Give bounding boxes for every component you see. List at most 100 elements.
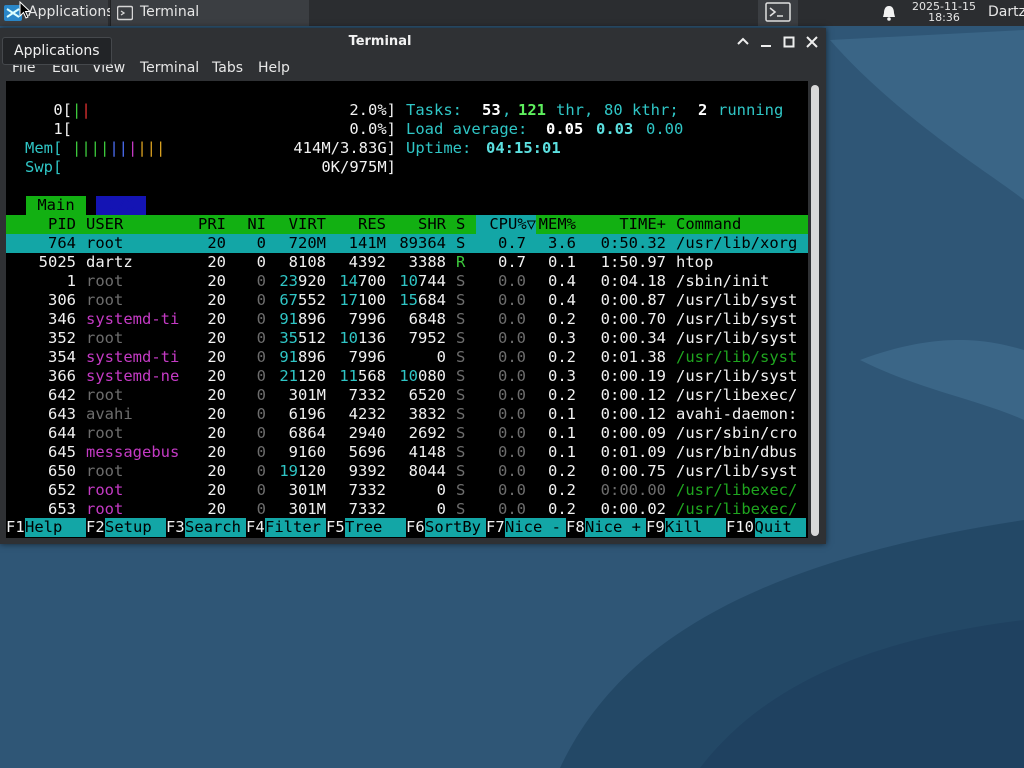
cell-ni: 0 — [256, 386, 266, 404]
minimize-icon[interactable] — [759, 35, 773, 49]
fkey-f7[interactable]: F7 — [486, 518, 505, 537]
process-row[interactable]: 5025 dartz 20 0 8108 4392 3388 R 0.7 0.1 1:50.97 ht… — [6, 253, 808, 272]
process-row[interactable]: 306 root 20 0 67552 17100 15684 S 0.0 0.4 0:00.87 /… — [6, 291, 808, 310]
uptime-line: Uptime: 04:15:01 — [406, 139, 806, 158]
process-row[interactable]: 644 root 20 0 6864 2940 2692 S 0.0 0.1 0:00.09/usr… — [6, 424, 808, 443]
process-row[interactable]: 346 systemd-ti 20 0 91896 7996 6848 S 0.0 0.2 0:00… — [6, 310, 808, 329]
fkey-label[interactable]: Setup — [105, 518, 166, 537]
fkey-f3[interactable]: F3 — [166, 518, 185, 537]
tasks-count: 53 — [482, 101, 501, 119]
cell-pid: 346 — [48, 310, 76, 328]
fkey-label[interactable]: SortBy — [425, 518, 486, 537]
col-virt[interactable]: VIRT — [266, 215, 326, 234]
cell-pri: 20 — [207, 310, 226, 328]
fkey-f5[interactable]: F5 — [326, 518, 345, 537]
process-row[interactable]: 366 systemd-ne 20 0 21120 11568 10080 S 0.0 0.3 0:… — [6, 367, 808, 386]
cell-cmd: /usr/libexec/ — [676, 500, 798, 518]
process-row[interactable]: 642 root 20 0 301M 7332 6520 S 0.0 0.2 0:00.12/usr… — [6, 386, 808, 405]
col-shr[interactable]: SHR — [386, 215, 446, 234]
cell-pid: 653 — [48, 500, 76, 518]
process-row[interactable]: 643 avahi 20 0 6196 4232 3832 S 0.0 0.1 0:00.12 ava… — [6, 405, 808, 424]
close-icon[interactable] — [805, 35, 819, 49]
bell-icon[interactable] — [882, 5, 896, 21]
applications-menu-button[interactable]: Applications — [0, 0, 114, 26]
htop-tabs: Main I/O — [6, 196, 808, 215]
process-row[interactable]: 352 root 20 0 35512 10136 7952 S 0.0 0.3 0:00.34/u… — [6, 329, 808, 348]
cell-pri: 20 — [207, 424, 226, 442]
user-menu[interactable]: Dartz — [988, 4, 1024, 20]
fkey-label[interactable]: Quit — [754, 518, 806, 537]
fkey-f2[interactable]: F2 — [86, 518, 105, 537]
process-row[interactable]: 650 root 20 0 19120 9392 8044 S 0.0 0.2 0:00.75/us… — [6, 462, 808, 481]
process-row[interactable]: 652 root 20 0 301M 7332 0 S 0.0 0.2 0:00.00/usr/li… — [6, 481, 808, 500]
cell-cmd: /usr/sbin/cro — [676, 424, 798, 442]
chevron-up-icon[interactable] — [736, 35, 750, 49]
cell-ni: 0 — [256, 329, 266, 347]
panel-terminal-launcher[interactable] — [758, 0, 798, 26]
process-row[interactable]: 645 messagebus 20 0 9160 5696 4148 S 0.0 0.1 0:01.… — [6, 443, 808, 462]
fkey-f1[interactable]: F1 — [6, 518, 25, 537]
fkey-f10[interactable]: F10 — [726, 518, 754, 537]
cell-cmd: /usr/bin/dbus — [676, 443, 798, 461]
process-row[interactable]: 1 root 20 0 23920 14700 10744 S 0.0 0.4 0:04.18/sb… — [6, 272, 808, 291]
fkey-label[interactable]: Kill — [665, 518, 726, 537]
tab-io[interactable]: I/O — [96, 196, 146, 215]
cell-pri: 20 — [207, 291, 226, 309]
fkey-label[interactable]: Search — [185, 518, 246, 537]
cell-time: 0:50.32 — [600, 234, 666, 252]
cell-pid: 366 — [48, 367, 76, 385]
tab-main[interactable]: Main — [26, 196, 86, 215]
cell-shr: 0 — [436, 500, 446, 518]
fkey-label[interactable]: Nice - — [505, 518, 566, 537]
fkey-label[interactable]: Help — [25, 518, 86, 537]
panel-clock[interactable]: 2025-11-15 18:36 — [906, 1, 982, 23]
fkey-label[interactable]: Nice + — [585, 518, 646, 537]
fkey-f8[interactable]: F8 — [566, 518, 585, 537]
cell-time: 0:00.75 — [600, 462, 666, 480]
menu-tabs[interactable]: Tabs — [212, 60, 243, 76]
col-time[interactable]: TIME+ — [586, 215, 666, 234]
maximize-icon[interactable] — [782, 35, 796, 49]
load-label: Load average: — [406, 120, 528, 138]
cell-s: S — [456, 367, 466, 385]
cell-shr: 6848 — [408, 310, 446, 328]
cell-time: 1:50.97 — [600, 253, 666, 271]
scrollbar-thumb[interactable] — [811, 85, 819, 536]
tasks-running: 2 — [698, 101, 708, 119]
fkey-f4[interactable]: F4 — [246, 518, 265, 537]
process-row[interactable]: 764 root 20 0 720M 141M 89364 S 0.7 3.6 0:50.32/us… — [6, 234, 808, 253]
cell-user: messagebus — [86, 443, 180, 461]
col-pri[interactable]: PRI — [186, 215, 226, 234]
col-mem[interactable]: MEM% — [526, 215, 576, 234]
cell-mem: 0.2 — [548, 348, 576, 366]
fkey-label[interactable]: Filter — [265, 518, 326, 537]
fkey-label[interactable]: Tree — [345, 518, 406, 537]
col-state[interactable]: S — [456, 215, 465, 234]
col-command[interactable]: Command — [676, 215, 741, 234]
fkey-f6[interactable]: F6 — [406, 518, 425, 537]
cell-pri: 20 — [207, 367, 226, 385]
cell-user: root — [86, 462, 124, 480]
window-titlebar[interactable]: Terminal — [0, 28, 826, 56]
cell-virt: 8108 — [288, 253, 326, 271]
cell-virt: 301M — [288, 386, 326, 404]
cell-ni: 0 — [256, 272, 266, 290]
cell-time: 0:00.34 — [600, 329, 666, 347]
process-row[interactable]: 653 root 20 0 301M 7332 0 S 0.0 0.2 0:00.02/usr/li… — [6, 500, 808, 519]
process-row[interactable]: 354 systemd-ti 20 0 91896 7996 0 S 0.0 0.2 0:01.38… — [6, 348, 808, 367]
cell-s: S — [456, 462, 466, 480]
col-ni[interactable]: NI — [231, 215, 266, 234]
terminal-screen[interactable]: 0[ || 2.0%] 1[ 0.0%] Mem[ |||||||||| 414… — [6, 81, 808, 538]
cell-res: 14700 — [339, 272, 386, 290]
cell-cpu: 0.0 — [498, 424, 526, 442]
col-res[interactable]: RES — [326, 215, 386, 234]
col-pid[interactable]: PID — [6, 215, 76, 234]
menu-terminal[interactable]: Terminal — [140, 60, 199, 76]
menu-help[interactable]: Help — [258, 60, 290, 76]
taskbar-item-terminal[interactable]: Terminal — [110, 0, 309, 26]
cell-virt: 301M — [288, 500, 326, 518]
cell-cmd: /usr/libexec/ — [676, 481, 798, 499]
cell-pid: 1 — [66, 272, 76, 290]
fkey-f9[interactable]: F9 — [646, 518, 665, 537]
col-user[interactable]: USER — [86, 215, 123, 234]
